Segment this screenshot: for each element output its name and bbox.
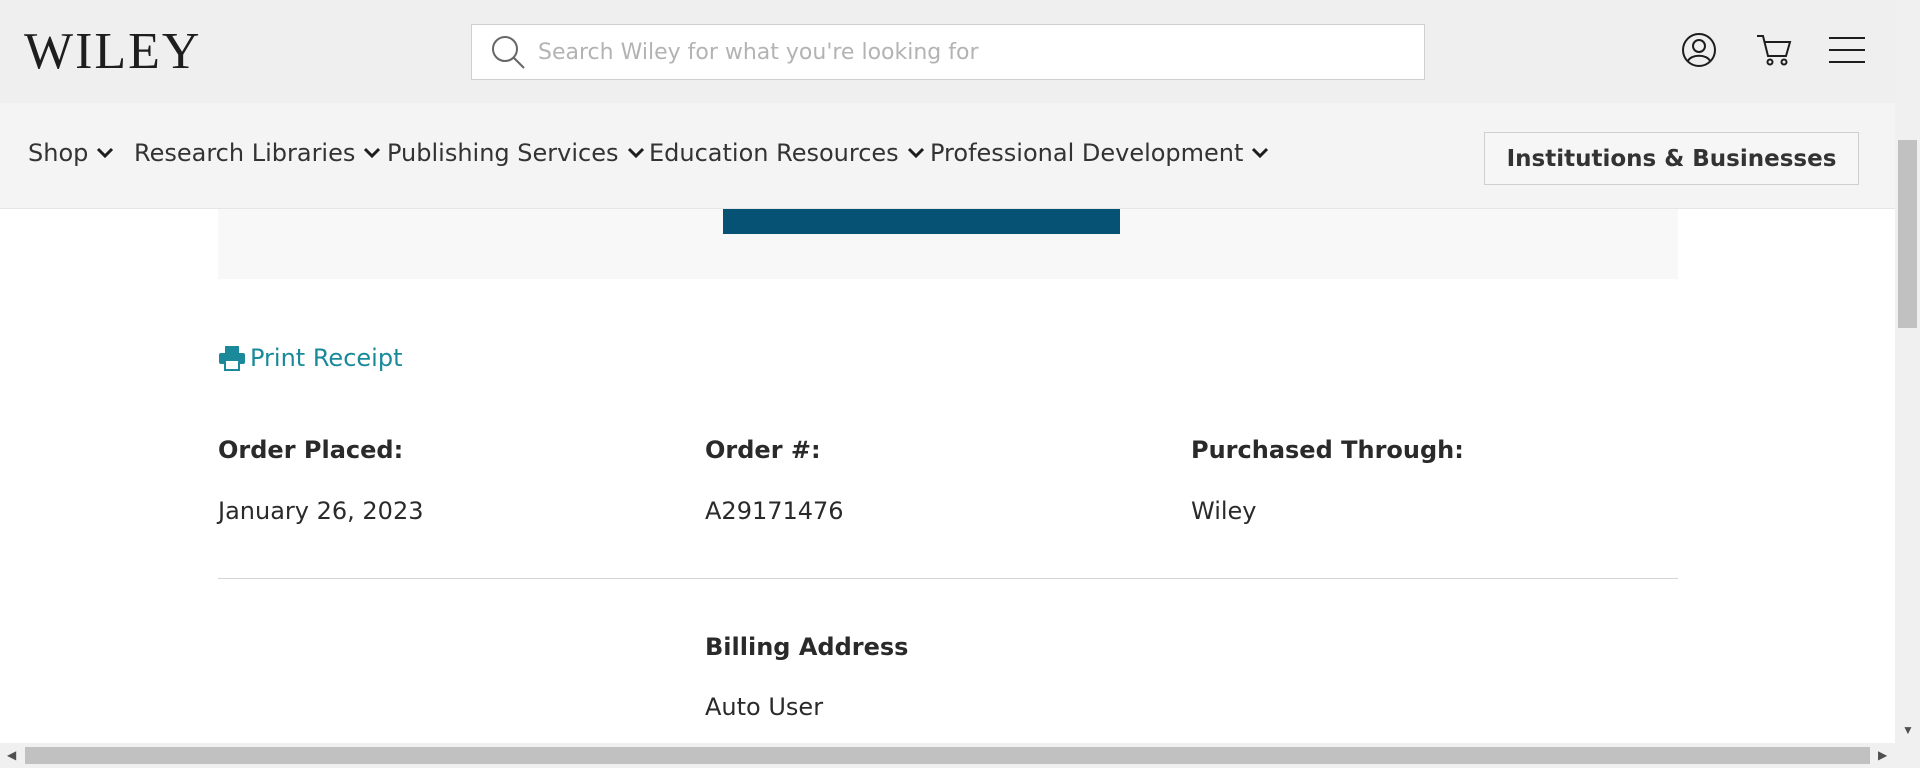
primary-action-button[interactable]: [723, 209, 1120, 234]
printer-icon: [219, 346, 245, 371]
print-receipt-link[interactable]: Print Receipt: [218, 344, 402, 372]
horizontal-scroll-thumb[interactable]: [25, 747, 1870, 764]
nav-item-shop[interactable]: Shop: [28, 139, 114, 167]
institutions-businesses-button[interactable]: Institutions & Businesses: [1484, 132, 1859, 185]
scroll-down-arrow-icon[interactable]: ▼: [1902, 724, 1914, 736]
section-divider: [218, 578, 1678, 579]
chevron-down-icon: [907, 147, 924, 159]
vertical-scroll-thumb[interactable]: [1898, 140, 1917, 328]
menu-icon[interactable]: [1825, 28, 1869, 72]
search-box[interactable]: [471, 24, 1425, 80]
billing-name-value: Auto User: [705, 693, 824, 721]
account-icon[interactable]: [1677, 28, 1721, 72]
horizontal-scrollbar[interactable]: ◀ ▶: [0, 743, 1895, 768]
nav-item-education-resources[interactable]: Education Resources: [649, 139, 925, 167]
nav-item-professional-development[interactable]: Professional Development: [930, 139, 1269, 167]
scrollbar-corner: [1895, 743, 1920, 768]
chevron-down-icon: [364, 147, 381, 159]
cart-icon[interactable]: [1752, 28, 1796, 72]
site-header: WILEY: [0, 0, 1895, 103]
order-number-value: A29171476: [705, 497, 844, 525]
nav-item-label: Research Libraries: [134, 139, 356, 167]
nav-item-label: Shop: [28, 139, 89, 167]
search-input[interactable]: [538, 39, 1424, 65]
order-number-label: Order #:: [705, 436, 821, 464]
purchased-through-value: Wiley: [1191, 497, 1257, 525]
print-receipt-label[interactable]: Print Receipt: [250, 344, 402, 372]
scroll-left-arrow-icon[interactable]: ◀: [7, 748, 16, 762]
chevron-down-icon: [1252, 147, 1269, 159]
main-nav: Shop Research Libraries Publishing Servi…: [0, 103, 1895, 209]
vertical-scrollbar[interactable]: ▼: [1895, 0, 1920, 743]
order-placed-value: January 26, 2023: [218, 497, 424, 525]
nav-item-label: Professional Development: [930, 139, 1244, 167]
nav-item-label: Education Resources: [649, 139, 899, 167]
nav-item-publishing-services[interactable]: Publishing Services: [387, 139, 645, 167]
nav-item-label: Publishing Services: [387, 139, 619, 167]
wiley-logo[interactable]: WILEY: [24, 24, 201, 80]
chevron-down-icon: [627, 147, 644, 159]
chevron-down-icon: [97, 147, 114, 159]
order-placed-label: Order Placed:: [218, 436, 404, 464]
search-icon[interactable]: [488, 32, 528, 72]
nav-item-research-libraries[interactable]: Research Libraries: [134, 139, 381, 167]
purchased-through-label: Purchased Through:: [1191, 436, 1464, 464]
scroll-right-arrow-icon[interactable]: ▶: [1878, 748, 1887, 762]
billing-address-label: Billing Address: [705, 633, 909, 661]
